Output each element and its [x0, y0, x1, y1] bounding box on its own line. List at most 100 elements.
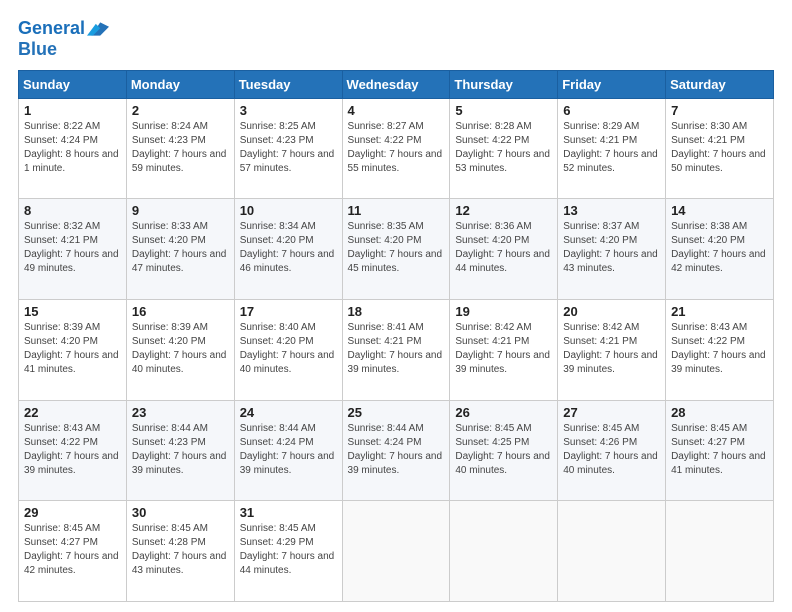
calendar-cell: 4 Sunrise: 8:27 AM Sunset: 4:22 PM Dayli… [342, 98, 450, 199]
calendar-header-sunday: Sunday [19, 70, 127, 98]
day-number: 20 [563, 304, 660, 319]
day-detail: Sunrise: 8:39 AM Sunset: 4:20 PM Dayligh… [132, 321, 229, 377]
calendar-header-monday: Monday [126, 70, 234, 98]
day-detail: Sunrise: 8:44 AM Sunset: 4:24 PM Dayligh… [240, 422, 337, 478]
day-number: 8 [24, 203, 121, 218]
day-number: 28 [671, 405, 768, 420]
calendar-cell: 1 Sunrise: 8:22 AM Sunset: 4:24 PM Dayli… [19, 98, 127, 199]
day-detail: Sunrise: 8:35 AM Sunset: 4:20 PM Dayligh… [348, 220, 445, 276]
calendar-cell: 7 Sunrise: 8:30 AM Sunset: 4:21 PM Dayli… [666, 98, 774, 199]
day-detail: Sunrise: 8:42 AM Sunset: 4:21 PM Dayligh… [563, 321, 660, 377]
day-detail: Sunrise: 8:44 AM Sunset: 4:23 PM Dayligh… [132, 422, 229, 478]
day-number: 22 [24, 405, 121, 420]
calendar-cell: 11 Sunrise: 8:35 AM Sunset: 4:20 PM Dayl… [342, 199, 450, 300]
calendar-cell [342, 501, 450, 602]
day-number: 14 [671, 203, 768, 218]
calendar-header-saturday: Saturday [666, 70, 774, 98]
day-number: 11 [348, 203, 445, 218]
day-number: 31 [240, 505, 337, 520]
calendar-cell: 26 Sunrise: 8:45 AM Sunset: 4:25 PM Dayl… [450, 400, 558, 501]
calendar-week-row: 29 Sunrise: 8:45 AM Sunset: 4:27 PM Dayl… [19, 501, 774, 602]
logo-icon [87, 18, 109, 40]
day-number: 1 [24, 103, 121, 118]
calendar-cell: 29 Sunrise: 8:45 AM Sunset: 4:27 PM Dayl… [19, 501, 127, 602]
calendar-cell: 2 Sunrise: 8:24 AM Sunset: 4:23 PM Dayli… [126, 98, 234, 199]
day-detail: Sunrise: 8:36 AM Sunset: 4:20 PM Dayligh… [455, 220, 552, 276]
logo: General Blue [18, 18, 109, 60]
calendar-cell: 31 Sunrise: 8:45 AM Sunset: 4:29 PM Dayl… [234, 501, 342, 602]
day-detail: Sunrise: 8:43 AM Sunset: 4:22 PM Dayligh… [24, 422, 121, 478]
day-detail: Sunrise: 8:45 AM Sunset: 4:26 PM Dayligh… [563, 422, 660, 478]
day-number: 25 [348, 405, 445, 420]
calendar-cell: 3 Sunrise: 8:25 AM Sunset: 4:23 PM Dayli… [234, 98, 342, 199]
page: General Blue SundayMondayTuesdayWednesda… [0, 0, 792, 612]
calendar-cell: 15 Sunrise: 8:39 AM Sunset: 4:20 PM Dayl… [19, 300, 127, 401]
calendar-cell: 23 Sunrise: 8:44 AM Sunset: 4:23 PM Dayl… [126, 400, 234, 501]
calendar-cell: 30 Sunrise: 8:45 AM Sunset: 4:28 PM Dayl… [126, 501, 234, 602]
day-detail: Sunrise: 8:30 AM Sunset: 4:21 PM Dayligh… [671, 120, 768, 176]
calendar-cell: 9 Sunrise: 8:33 AM Sunset: 4:20 PM Dayli… [126, 199, 234, 300]
logo-text: General [18, 19, 85, 39]
calendar-table: SundayMondayTuesdayWednesdayThursdayFrid… [18, 70, 774, 602]
calendar-cell [666, 501, 774, 602]
day-detail: Sunrise: 8:24 AM Sunset: 4:23 PM Dayligh… [132, 120, 229, 176]
calendar-header-friday: Friday [558, 70, 666, 98]
calendar-cell: 12 Sunrise: 8:36 AM Sunset: 4:20 PM Dayl… [450, 199, 558, 300]
calendar-header-row: SundayMondayTuesdayWednesdayThursdayFrid… [19, 70, 774, 98]
day-number: 18 [348, 304, 445, 319]
day-detail: Sunrise: 8:34 AM Sunset: 4:20 PM Dayligh… [240, 220, 337, 276]
day-number: 6 [563, 103, 660, 118]
day-number: 17 [240, 304, 337, 319]
day-detail: Sunrise: 8:28 AM Sunset: 4:22 PM Dayligh… [455, 120, 552, 176]
calendar-week-row: 22 Sunrise: 8:43 AM Sunset: 4:22 PM Dayl… [19, 400, 774, 501]
day-number: 9 [132, 203, 229, 218]
calendar-cell: 16 Sunrise: 8:39 AM Sunset: 4:20 PM Dayl… [126, 300, 234, 401]
calendar-header-tuesday: Tuesday [234, 70, 342, 98]
day-detail: Sunrise: 8:33 AM Sunset: 4:20 PM Dayligh… [132, 220, 229, 276]
day-detail: Sunrise: 8:41 AM Sunset: 4:21 PM Dayligh… [348, 321, 445, 377]
day-number: 3 [240, 103, 337, 118]
calendar-cell: 24 Sunrise: 8:44 AM Sunset: 4:24 PM Dayl… [234, 400, 342, 501]
day-number: 19 [455, 304, 552, 319]
day-detail: Sunrise: 8:22 AM Sunset: 4:24 PM Dayligh… [24, 120, 121, 176]
calendar-cell: 20 Sunrise: 8:42 AM Sunset: 4:21 PM Dayl… [558, 300, 666, 401]
calendar-cell: 6 Sunrise: 8:29 AM Sunset: 4:21 PM Dayli… [558, 98, 666, 199]
day-detail: Sunrise: 8:45 AM Sunset: 4:29 PM Dayligh… [240, 522, 337, 578]
logo-text-blue: Blue [18, 40, 109, 60]
calendar-week-row: 1 Sunrise: 8:22 AM Sunset: 4:24 PM Dayli… [19, 98, 774, 199]
day-detail: Sunrise: 8:45 AM Sunset: 4:28 PM Dayligh… [132, 522, 229, 578]
day-detail: Sunrise: 8:45 AM Sunset: 4:27 PM Dayligh… [24, 522, 121, 578]
day-number: 26 [455, 405, 552, 420]
day-number: 7 [671, 103, 768, 118]
day-detail: Sunrise: 8:25 AM Sunset: 4:23 PM Dayligh… [240, 120, 337, 176]
day-number: 21 [671, 304, 768, 319]
day-detail: Sunrise: 8:37 AM Sunset: 4:20 PM Dayligh… [563, 220, 660, 276]
calendar-cell: 25 Sunrise: 8:44 AM Sunset: 4:24 PM Dayl… [342, 400, 450, 501]
day-detail: Sunrise: 8:45 AM Sunset: 4:27 PM Dayligh… [671, 422, 768, 478]
day-number: 15 [24, 304, 121, 319]
calendar-cell: 19 Sunrise: 8:42 AM Sunset: 4:21 PM Dayl… [450, 300, 558, 401]
day-detail: Sunrise: 8:42 AM Sunset: 4:21 PM Dayligh… [455, 321, 552, 377]
day-detail: Sunrise: 8:45 AM Sunset: 4:25 PM Dayligh… [455, 422, 552, 478]
day-detail: Sunrise: 8:43 AM Sunset: 4:22 PM Dayligh… [671, 321, 768, 377]
calendar-cell [558, 501, 666, 602]
calendar-cell: 22 Sunrise: 8:43 AM Sunset: 4:22 PM Dayl… [19, 400, 127, 501]
calendar-cell: 27 Sunrise: 8:45 AM Sunset: 4:26 PM Dayl… [558, 400, 666, 501]
day-detail: Sunrise: 8:29 AM Sunset: 4:21 PM Dayligh… [563, 120, 660, 176]
calendar-cell: 14 Sunrise: 8:38 AM Sunset: 4:20 PM Dayl… [666, 199, 774, 300]
day-number: 4 [348, 103, 445, 118]
day-number: 2 [132, 103, 229, 118]
day-detail: Sunrise: 8:38 AM Sunset: 4:20 PM Dayligh… [671, 220, 768, 276]
day-number: 23 [132, 405, 229, 420]
day-detail: Sunrise: 8:27 AM Sunset: 4:22 PM Dayligh… [348, 120, 445, 176]
day-number: 29 [24, 505, 121, 520]
calendar-cell: 10 Sunrise: 8:34 AM Sunset: 4:20 PM Dayl… [234, 199, 342, 300]
calendar-cell: 13 Sunrise: 8:37 AM Sunset: 4:20 PM Dayl… [558, 199, 666, 300]
calendar-cell: 18 Sunrise: 8:41 AM Sunset: 4:21 PM Dayl… [342, 300, 450, 401]
day-number: 5 [455, 103, 552, 118]
calendar-cell: 17 Sunrise: 8:40 AM Sunset: 4:20 PM Dayl… [234, 300, 342, 401]
calendar-week-row: 8 Sunrise: 8:32 AM Sunset: 4:21 PM Dayli… [19, 199, 774, 300]
calendar-cell [450, 501, 558, 602]
day-number: 30 [132, 505, 229, 520]
day-number: 27 [563, 405, 660, 420]
